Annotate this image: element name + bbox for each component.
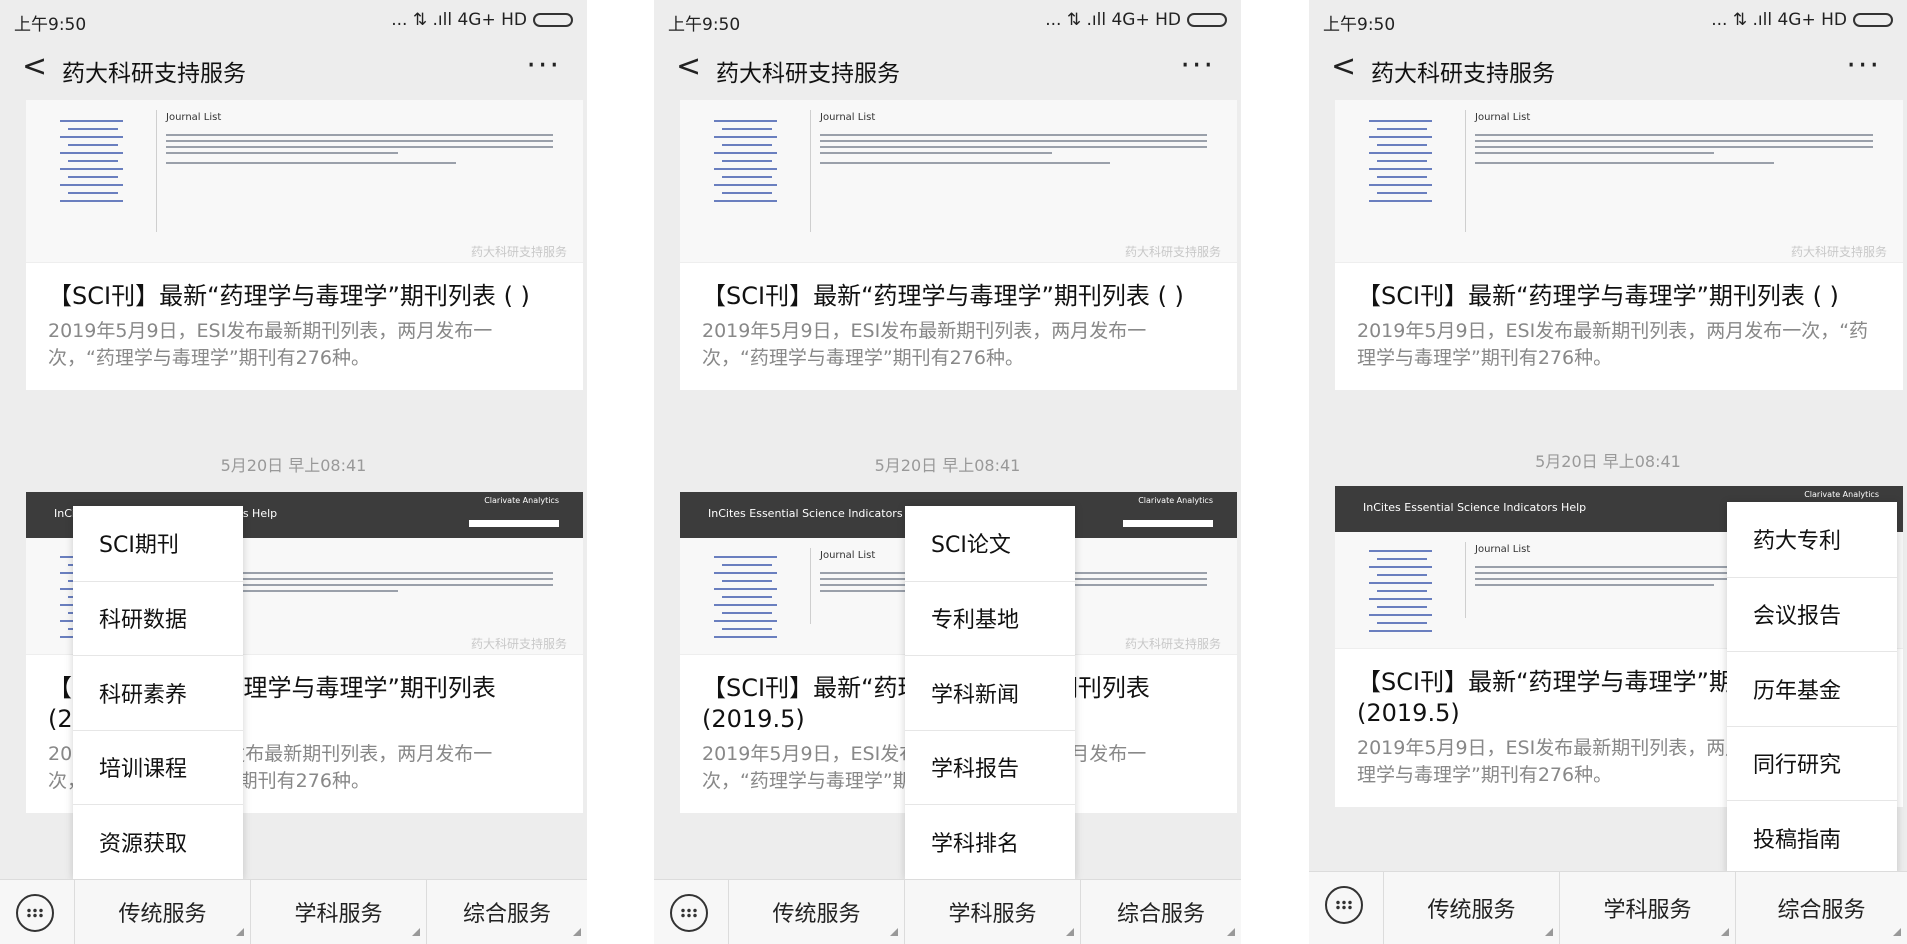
brand-logo: Clarivate Analytics: [1804, 490, 1879, 499]
article-thumbnail: Journal List 药大科研支持服务: [680, 100, 1237, 263]
thumb-heading: Journal List: [820, 550, 876, 561]
watermark: 药大科研支持服务: [470, 245, 567, 259]
article-card[interactable]: Journal List 药大科研支持服务 【SCI刊】最新“药理学与毒理学”期…: [680, 100, 1237, 390]
article-card[interactable]: Journal List 药大科研支持服务 【SCI刊】最新“药理学与毒理学”期…: [1335, 100, 1903, 390]
tab-comprehensive[interactable]: 综合服务: [426, 880, 587, 944]
article-desc: 2019年5月9日，ESI发布最新期刊列表，两月发布一次，“药理学与毒理学”期刊…: [48, 320, 493, 369]
menu-item[interactable]: 培训课程: [73, 729, 243, 805]
keyboard-icon[interactable]: [670, 894, 708, 932]
bottom-menu-bar: 传统服务 学科服务 综合服务: [1309, 871, 1907, 944]
thumb-heading: Journal List: [1475, 544, 1531, 555]
status-bar: 上午9:50 ... ⇅ .ıll 4G+ HD: [1309, 0, 1907, 40]
more-icon[interactable]: ···: [1846, 48, 1881, 83]
brand-title: InCites Essential Science Indicators Hel…: [1363, 501, 1587, 514]
tab-discipline[interactable]: 学科服务: [904, 880, 1080, 944]
menu-item[interactable]: 学科新闻: [905, 655, 1075, 730]
keyboard-icon[interactable]: [1325, 886, 1363, 924]
watermark: 药大科研支持服务: [1124, 245, 1221, 259]
back-icon[interactable]: <: [1331, 52, 1356, 82]
more-icon[interactable]: ···: [1180, 48, 1215, 83]
thumb-heading: Journal List: [166, 112, 222, 123]
more-icon[interactable]: ···: [526, 48, 561, 83]
battery-icon: [1853, 13, 1893, 27]
status-time: 上午9:50: [668, 15, 741, 35]
network-indicator: ... ⇅ .ıll 4G+ HD: [1045, 10, 1181, 30]
status-time: 上午9:50: [14, 15, 87, 35]
brand-logo: Clarivate Analytics: [484, 496, 559, 505]
phone-screen-1: 上午9:50 ... ⇅ .ıll 4G+ HD < 药大科研支持服务 ··· …: [0, 0, 587, 944]
page-title: 药大科研支持服务: [716, 61, 900, 87]
nav-bar: < 药大科研支持服务 ···: [0, 40, 587, 96]
tab-traditional[interactable]: 传统服务: [1383, 872, 1559, 944]
menu-item[interactable]: 科研数据: [73, 580, 243, 656]
menu-item[interactable]: 药大专利: [1727, 502, 1897, 577]
article-desc: 2019年5月9日，ESI发布最新期刊列表，两月发布一次，“药理学与毒理学”期刊…: [702, 320, 1147, 369]
bottom-menu-bar: 传统服务 学科服务 综合服务: [654, 879, 1241, 944]
page-title: 药大科研支持服务: [1371, 61, 1555, 87]
menu-item[interactable]: 学科报告: [905, 729, 1075, 805]
menu-item[interactable]: 资源获取: [73, 804, 243, 879]
keyboard-icon[interactable]: [16, 894, 54, 932]
brand-logo: Clarivate Analytics: [1138, 496, 1213, 505]
thumb-heading: Journal List: [820, 112, 876, 123]
menu-item[interactable]: SCI期刊: [73, 506, 243, 581]
battery-icon: [1187, 13, 1227, 27]
article-title: 【SCI刊】最新“药理学与毒理学”期刊列表 ( ): [48, 282, 530, 310]
message-timestamp: 5月20日 早上08:41: [220, 456, 367, 475]
menu-item[interactable]: 科研素养: [73, 655, 243, 730]
thumb-heading: Journal List: [1475, 112, 1531, 123]
menu-item[interactable]: 历年基金: [1727, 651, 1897, 726]
menu-item[interactable]: 投稿指南: [1727, 800, 1897, 875]
status-time: 上午9:50: [1323, 15, 1396, 35]
phone-screen-3: 上午9:50 ... ⇅ .ıll 4G+ HD < 药大科研支持服务 ··· …: [1309, 0, 1907, 944]
watermark: 药大科研支持服务: [1790, 245, 1887, 259]
article-thumbnail: Journal List 药大科研支持服务: [1335, 100, 1903, 263]
battery-icon: [533, 13, 573, 27]
submenu-traditional: SCI期刊 科研数据 科研素养 培训课程 资源获取: [73, 506, 243, 879]
status-bar: 上午9:50 ... ⇅ .ıll 4G+ HD: [654, 0, 1241, 40]
network-indicator: ... ⇅ .ıll 4G+ HD: [391, 10, 527, 30]
status-bar: 上午9:50 ... ⇅ .ıll 4G+ HD: [0, 0, 587, 40]
article-card[interactable]: Journal List 药大科研支持服务 【SCI刊】最新“药理学与毒理学”期…: [26, 100, 583, 390]
back-icon[interactable]: <: [22, 52, 47, 82]
nav-bar: < 药大科研支持服务 ···: [1309, 40, 1907, 96]
tab-traditional[interactable]: 传统服务: [728, 880, 904, 944]
message-timestamp: 5月20日 早上08:41: [1535, 452, 1681, 471]
menu-item[interactable]: 同行研究: [1727, 725, 1897, 801]
article-title: 【SCI刊】最新“药理学与毒理学”期刊列表 ( ): [702, 282, 1184, 310]
article-desc: 2019年5月9日，ESI发布最新期刊列表，两月发布一次，“药理学与毒理学”期刊…: [1357, 320, 1869, 369]
menu-item[interactable]: 学科排名: [905, 804, 1075, 879]
menu-item[interactable]: SCI论文: [905, 506, 1075, 581]
watermark: 药大科研支持服务: [1124, 637, 1221, 651]
article-title: 【SCI刊】最新“药理学与毒理学”期刊列表 ( ): [1357, 282, 1839, 310]
back-icon[interactable]: <: [676, 52, 701, 82]
tab-comprehensive[interactable]: 综合服务: [1080, 880, 1241, 944]
tab-traditional[interactable]: 传统服务: [74, 880, 250, 944]
brand-title: InCites Essential Science Indicators Hel…: [708, 507, 932, 520]
message-timestamp: 5月20日 早上08:41: [874, 456, 1021, 475]
submenu-discipline: SCI论文 专利基地 学科新闻 学科报告 学科排名: [905, 506, 1075, 879]
tab-discipline[interactable]: 学科服务: [250, 880, 426, 944]
page-title: 药大科研支持服务: [62, 61, 246, 87]
watermark: 药大科研支持服务: [470, 637, 567, 651]
bottom-menu-bar: 传统服务 学科服务 综合服务: [0, 879, 587, 944]
article-thumbnail: Journal List 药大科研支持服务: [26, 100, 583, 263]
phone-screen-2: 上午9:50 ... ⇅ .ıll 4G+ HD < 药大科研支持服务 ··· …: [654, 0, 1241, 944]
nav-bar: < 药大科研支持服务 ···: [654, 40, 1241, 96]
tab-comprehensive[interactable]: 综合服务: [1735, 872, 1907, 944]
submenu-comprehensive: 药大专利 会议报告 历年基金 同行研究 投稿指南: [1727, 502, 1897, 875]
menu-item[interactable]: 会议报告: [1727, 576, 1897, 652]
menu-item[interactable]: 专利基地: [905, 580, 1075, 656]
tab-discipline[interactable]: 学科服务: [1559, 872, 1735, 944]
network-indicator: ... ⇅ .ıll 4G+ HD: [1711, 10, 1847, 30]
